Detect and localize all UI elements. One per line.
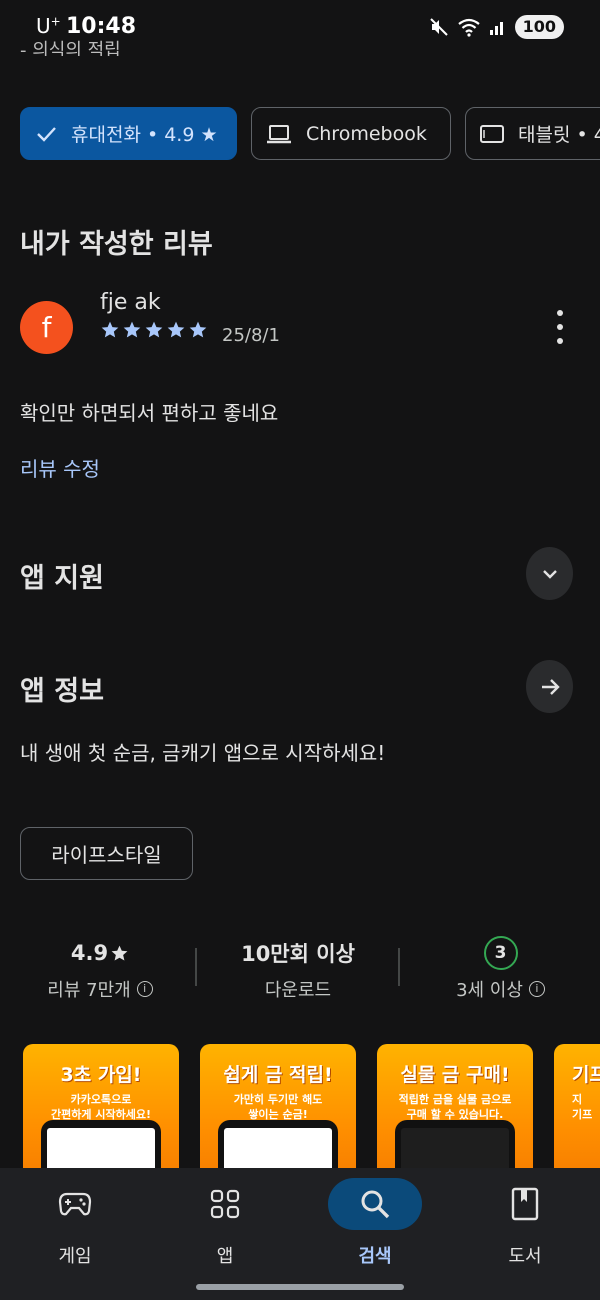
downloads-label: 다운로드 [264, 980, 332, 1001]
screenshot-title: 실물 금 구매! [400, 1064, 510, 1086]
screenshot-card[interactable]: 3초 가입! 카카오톡으로 간편하게 시작하세요! [23, 1044, 179, 1184]
my-review-title: 내가 작성한 리뷰 [20, 229, 213, 260]
screenshot-subtitle: 카카오톡으로 간편하게 시작하세요! [51, 1093, 151, 1121]
category-tag[interactable]: 라이프스타일 [20, 827, 193, 880]
laptop-icon [267, 124, 291, 143]
check-icon [37, 126, 56, 142]
battery-level: 100 [522, 17, 556, 36]
screenshot-title: 3초 가입! [60, 1064, 142, 1086]
device-filter-chips: 휴대전화 • 4.9 ★ Chromebook 태블릿 • 4 [20, 107, 600, 160]
battery-indicator: 100 [514, 15, 564, 39]
rating-stat[interactable]: 4.9 리뷰 7만개 i [20, 938, 180, 1002]
info-icon: i [136, 981, 153, 997]
star-icon [189, 321, 207, 338]
screenshot-card[interactable]: 실물 금 구매! 적립한 금을 실물 금으로 구매 할 수 있습니다. [377, 1044, 533, 1184]
star-icon [111, 945, 128, 961]
star-icon [145, 321, 163, 338]
app-info-title: 앱 정보 [20, 676, 104, 707]
previous-section-text: - 의식의 적립 [20, 40, 121, 56]
nav-apps[interactable]: 앱 [175, 1178, 275, 1268]
wifi-icon [457, 18, 480, 37]
carrier-label: U+ [36, 14, 61, 38]
nav-search-label: 검색 [358, 1246, 392, 1267]
stat-divider [195, 948, 197, 986]
open-app-info-button[interactable] [526, 660, 573, 713]
rating-value: 4.9 [70, 941, 109, 965]
tablet-icon [480, 124, 504, 143]
nav-games-label: 게임 [58, 1246, 92, 1267]
star-icon [101, 321, 119, 338]
screenshot-card[interactable]: 기프 지 기프 [554, 1044, 600, 1184]
age-badge: 3 [483, 936, 518, 970]
info-icon: i [528, 981, 545, 997]
age-label: 3세 이상 [456, 980, 523, 1001]
rating-value-row: 4.9 [20, 938, 180, 968]
app-details-page: U+ 10:48 100 - 의식의 적립 휴대전화 • 4.9 ★ Chrom… [0, 0, 600, 1300]
screenshot-title: 기프 [572, 1064, 600, 1086]
edit-review-link[interactable]: 리뷰 수정 [20, 453, 100, 482]
age-rating-stat[interactable]: 3 3세 이상 i [418, 936, 583, 1002]
avatar: f [20, 301, 73, 354]
chevron-down-icon [542, 569, 557, 579]
signal-icon [489, 22, 503, 35]
screenshot-card[interactable]: 쉽게 금 적립! 가만히 두기만 해도 쌓이는 순금! [200, 1044, 356, 1184]
stat-divider [398, 948, 400, 986]
search-icon [328, 1178, 422, 1230]
nav-apps-label: 앱 [216, 1246, 234, 1267]
reviewer-name: fje ak [100, 290, 161, 315]
chip-phone-label: 휴대전화 • 4.9 ★ [71, 124, 218, 146]
star-icon [123, 321, 141, 338]
screenshot-subtitle: 가만히 두기만 해도 쌓이는 순금! [233, 1093, 323, 1121]
arrow-right-icon [541, 678, 560, 695]
bottom-navigation: 게임 앱 검색 도서 [0, 1168, 600, 1300]
review-text: 확인만 하면되서 편하고 좋네요 [20, 401, 279, 425]
star-icon [167, 321, 185, 338]
nav-books[interactable]: 도서 [475, 1178, 575, 1268]
expand-app-support-button[interactable] [526, 547, 573, 600]
more-vert-icon[interactable] [548, 310, 572, 344]
screenshot-subtitle: 적립한 금을 실물 금으로 구매 할 수 있습니다. [398, 1093, 512, 1121]
book-icon [475, 1178, 575, 1230]
review-date: 25/8/1 [222, 325, 280, 346]
screenshot-title: 쉽게 금 적립! [223, 1064, 333, 1086]
nav-games[interactable]: 게임 [25, 1178, 125, 1268]
chip-tablet[interactable]: 태블릿 • 4 [465, 107, 600, 160]
app-support-title: 앱 지원 [20, 563, 104, 594]
rating-label-row: 리뷰 7만개 i [20, 976, 180, 1002]
chip-tablet-label: 태블릿 • 4 [518, 124, 600, 146]
gamepad-icon [25, 1178, 125, 1230]
home-gesture-bar[interactable] [196, 1284, 404, 1290]
review-stars [100, 320, 208, 340]
nav-books-label: 도서 [508, 1246, 542, 1267]
downloads-stat: 10만회 이상 다운로드 [213, 938, 383, 1002]
mute-icon [429, 18, 448, 36]
chip-phone[interactable]: 휴대전화 • 4.9 ★ [20, 107, 237, 160]
screenshot-subtitle: 지 기프 [572, 1093, 593, 1121]
avatar-letter: f [41, 311, 52, 344]
chip-chromebook-label: Chromebook [306, 122, 427, 145]
age-label-row: 3세 이상 i [418, 976, 583, 1002]
chip-chromebook[interactable]: Chromebook [251, 107, 451, 160]
apps-grid-icon [175, 1178, 275, 1230]
app-description: 내 생애 첫 순금, 금캐기 앱으로 시작하세요! [20, 741, 386, 765]
review-count: 리뷰 7만개 [47, 980, 131, 1001]
status-icons: 100 [429, 15, 564, 39]
age-badge-row: 3 [418, 936, 583, 970]
downloads-value: 10만회 이상 [241, 942, 355, 966]
nav-search[interactable]: 검색 [325, 1178, 425, 1268]
